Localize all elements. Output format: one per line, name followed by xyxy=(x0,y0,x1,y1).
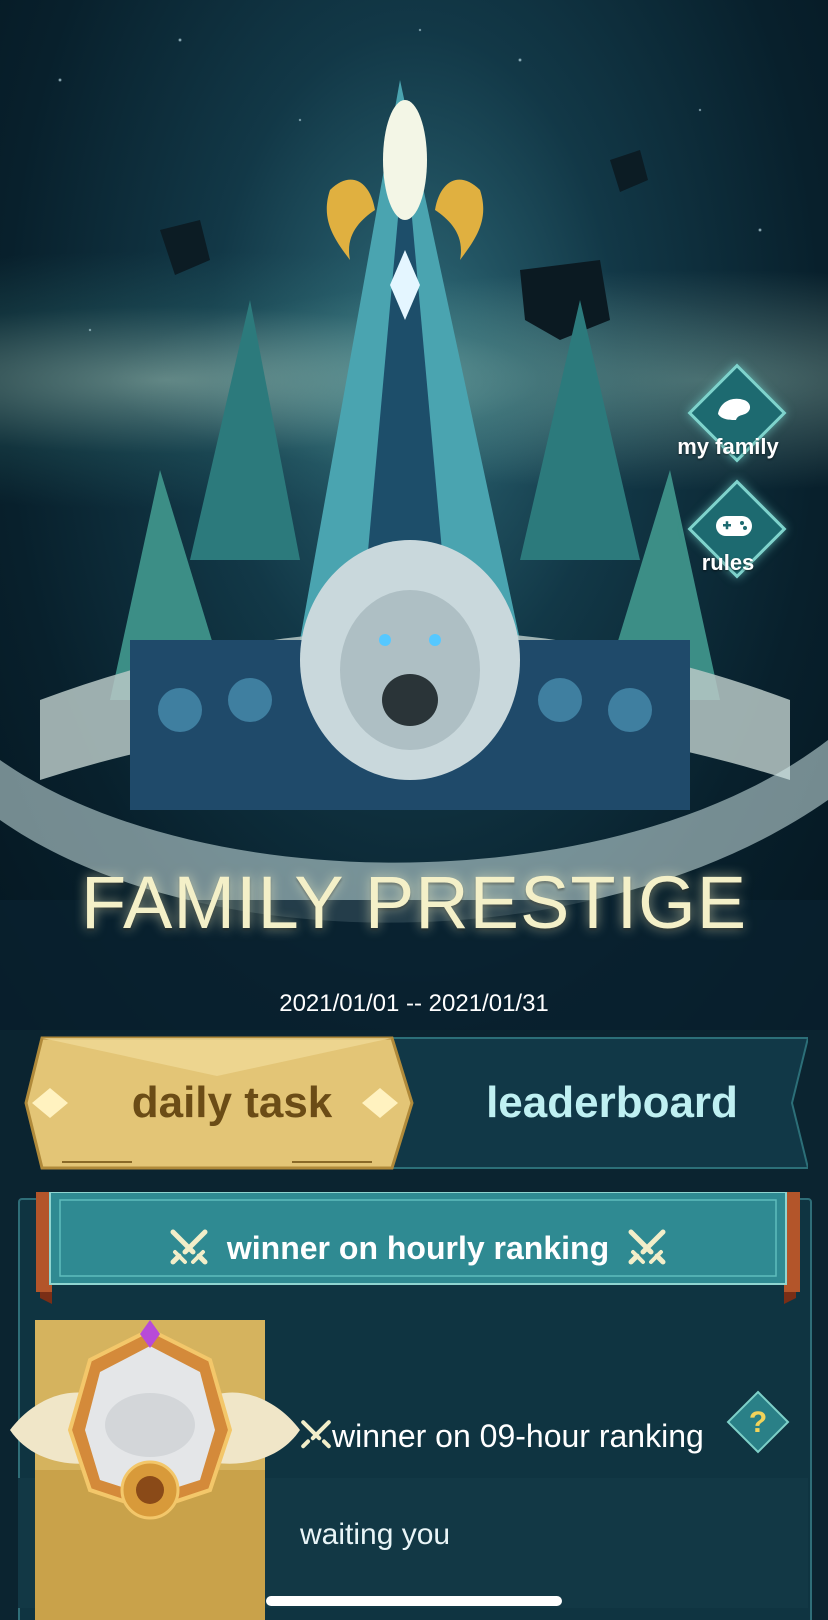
entry-title: winner on 09-hour ranking xyxy=(332,1418,704,1454)
tower-glow xyxy=(383,100,427,220)
my-family-label: my family xyxy=(677,434,779,459)
default-avatar-icon xyxy=(105,1393,195,1457)
gamepad-icon xyxy=(716,516,752,536)
crossed-swords-icon xyxy=(170,1229,208,1265)
rules-label: rules xyxy=(701,550,755,575)
tab-daily-task[interactable]: daily task xyxy=(52,1036,412,1170)
hourly-ranking-entry: winner on 09-hour ranking xyxy=(300,1418,704,1455)
left-spire xyxy=(190,300,300,560)
rules-button[interactable]: rules xyxy=(678,479,787,588)
help-button[interactable]: ? xyxy=(726,1390,790,1454)
page-title: FAMILY PRESTIGE xyxy=(80,861,748,944)
my-family-button[interactable]: my family xyxy=(677,363,787,472)
lion-icon xyxy=(718,398,751,420)
gold-ornament xyxy=(326,179,375,260)
lion-mouth xyxy=(382,674,438,726)
home-indicator xyxy=(266,1596,562,1606)
crossed-swords-icon xyxy=(628,1229,666,1265)
entry-status: waiting you xyxy=(300,1518,451,1551)
section-title: winner on hourly ranking xyxy=(226,1229,610,1266)
floating-rock xyxy=(160,220,210,275)
gold-ornament xyxy=(435,179,484,260)
event-dates: 2021/01/01 -- 2021/01/31 xyxy=(279,990,549,1017)
crossed-swords-icon xyxy=(301,1420,331,1449)
section-title-bar: winner on hourly ranking xyxy=(36,1208,800,1288)
right-spire xyxy=(520,300,640,560)
floating-rock xyxy=(610,150,648,192)
winner-badge xyxy=(10,1320,300,1620)
lion-eye xyxy=(429,634,441,646)
page: FAMILY PRESTIGE 2021/01/01 -- 2021/01/31… xyxy=(0,0,828,1620)
tab-bar: daily task leaderboard xyxy=(22,1036,808,1170)
lion-eye xyxy=(379,634,391,646)
tab-leaderboard[interactable]: leaderboard xyxy=(432,1036,792,1170)
floating-rock xyxy=(520,260,610,340)
question-mark-icon: ? xyxy=(749,1406,767,1439)
